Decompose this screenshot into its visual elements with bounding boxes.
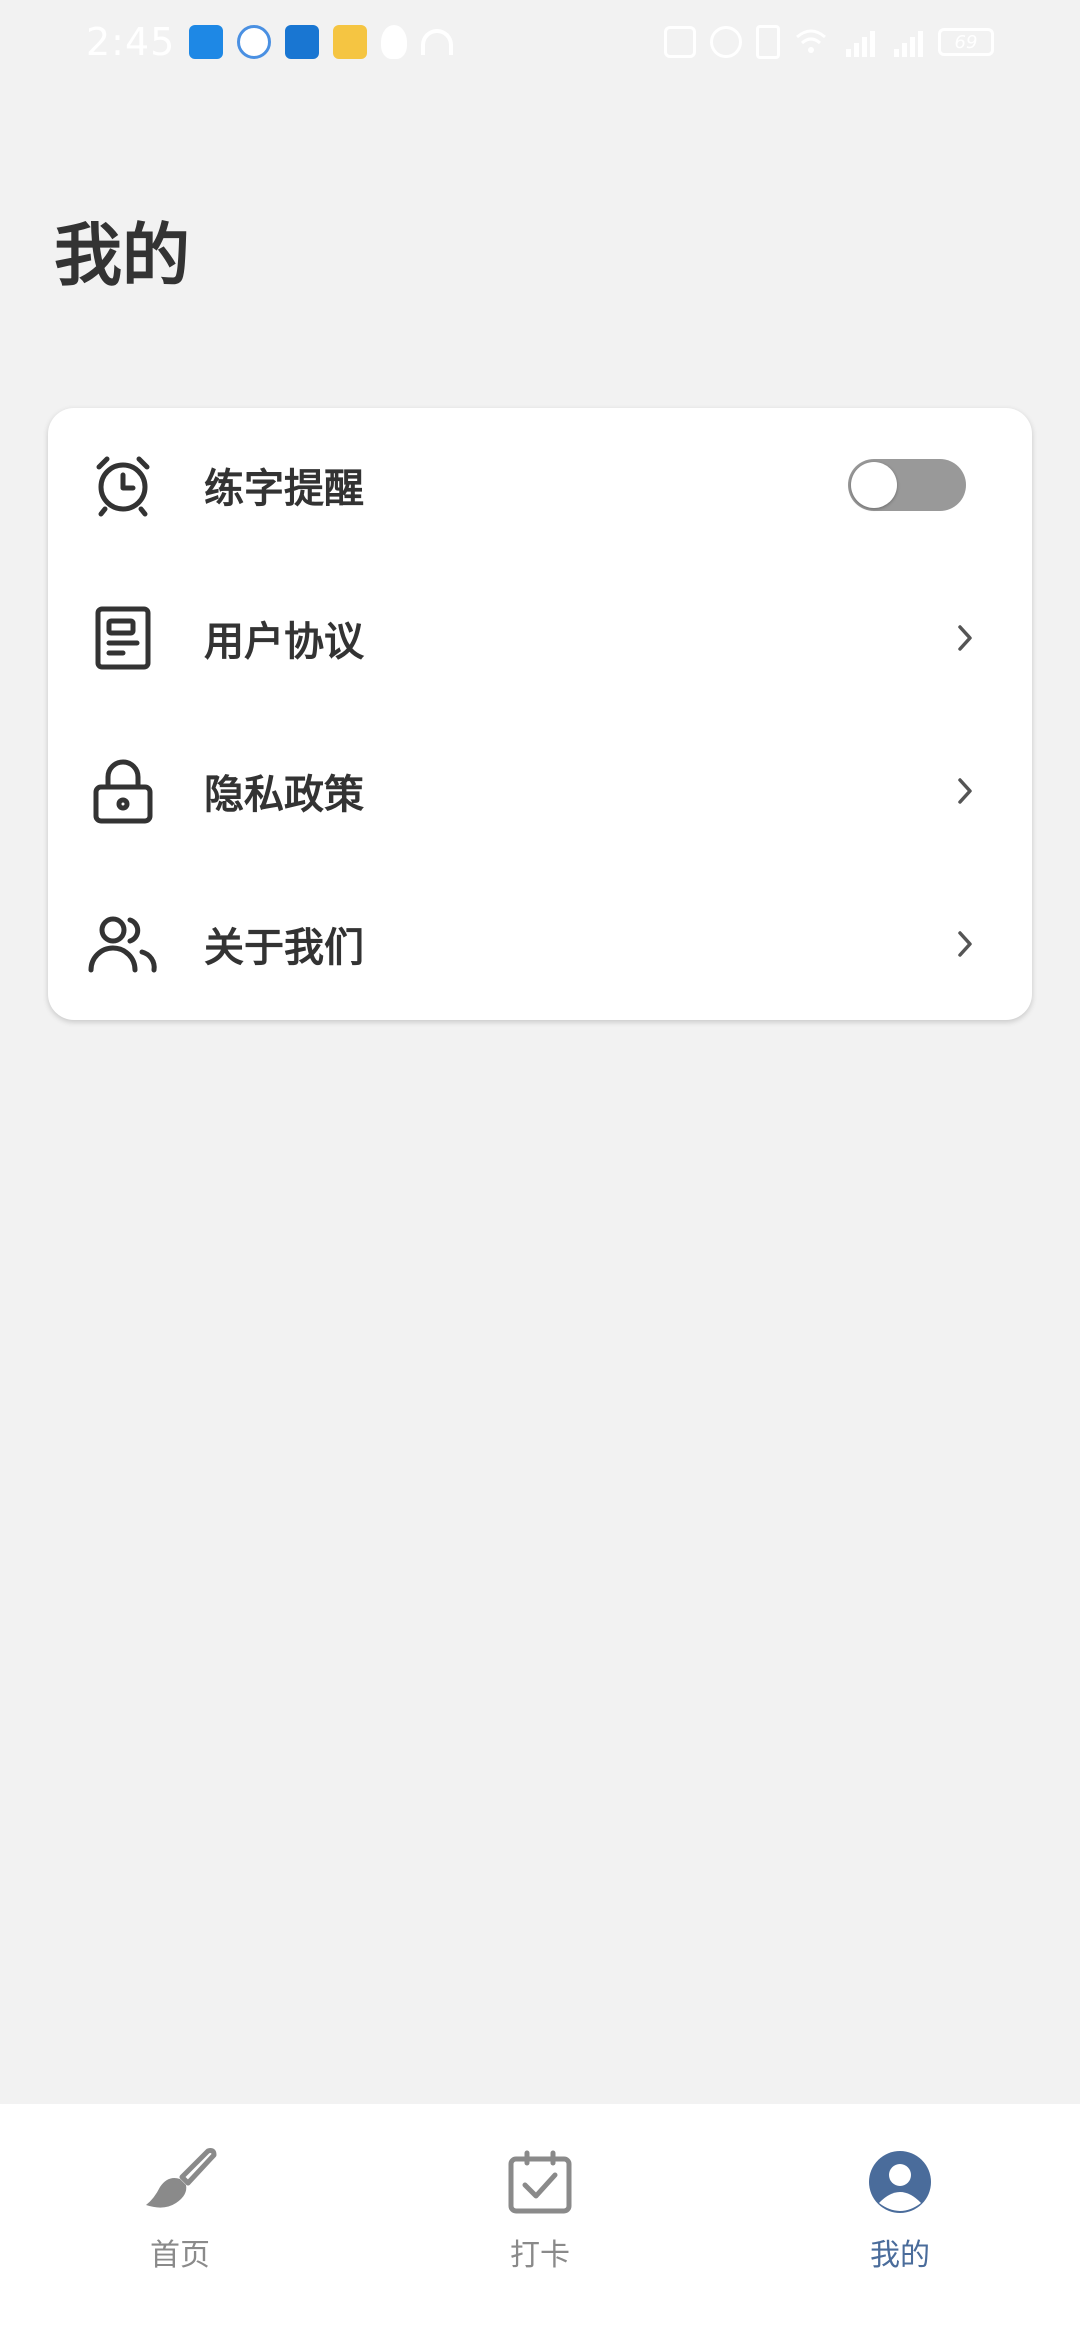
profile-icon <box>862 2144 938 2220</box>
status-left: 2:45 <box>86 20 454 64</box>
document-icon <box>88 603 158 673</box>
signal-icon-1 <box>842 25 876 59</box>
bottom-tab-bar: 首页 打卡 我的 <box>0 2104 1080 2340</box>
calendar-check-icon <box>502 2144 578 2220</box>
tab-label: 首页 <box>150 2238 210 2273</box>
settings-item-label: 关于我们 <box>204 924 364 971</box>
vibrate-icon <box>756 25 780 59</box>
wifi-icon <box>794 25 828 59</box>
toggle-knob <box>851 461 897 508</box>
status-right: 69 <box>664 25 994 59</box>
tab-label: 打卡 <box>510 2238 570 2273</box>
alarm-clock-icon <box>88 450 158 520</box>
chevron-right-icon <box>950 924 980 964</box>
chevron-right-icon <box>950 771 980 811</box>
chevron-right-icon <box>950 618 980 658</box>
lock-icon <box>88 756 158 826</box>
brush-icon <box>142 2144 218 2220</box>
nfc-icon <box>664 26 696 58</box>
settings-row-about-us[interactable]: 关于我们 <box>48 867 1032 1020</box>
tab-mine[interactable]: 我的 <box>800 2144 1000 2284</box>
settings-item-label: 练字提醒 <box>204 465 364 512</box>
settings-row-practice-reminder: 练字提醒 <box>48 408 1032 561</box>
tab-home[interactable]: 首页 <box>80 2144 280 2284</box>
practice-reminder-toggle[interactable] <box>848 458 966 511</box>
settings-item-label: 用户协议 <box>204 618 364 665</box>
weather-notification-icon <box>285 25 320 59</box>
users-icon <box>88 909 158 979</box>
headphones-icon <box>421 29 454 55</box>
alarm-icon <box>710 26 742 58</box>
tab-checkin[interactable]: 打卡 <box>440 2144 640 2284</box>
settings-row-user-agreement[interactable]: 用户协议 <box>48 561 1032 714</box>
app-notification-icon <box>189 25 224 59</box>
qq-notification-icon <box>381 25 408 59</box>
settings-card: 练字提醒 用户协议 隐私政策 关于我们 <box>48 408 1032 1020</box>
signal-icon-2 <box>890 25 924 59</box>
tab-label: 我的 <box>870 2238 930 2273</box>
browser-notification-icon <box>237 25 272 59</box>
settings-item-label: 隐私政策 <box>204 771 364 818</box>
status-time: 2:45 <box>86 20 176 64</box>
weibo-notification-icon <box>333 25 368 59</box>
battery-indicator: 69 <box>938 28 994 56</box>
status-bar: 2:45 69 <box>0 0 1080 84</box>
settings-row-privacy-policy[interactable]: 隐私政策 <box>48 714 1032 867</box>
page-title: 我的 <box>54 217 191 296</box>
